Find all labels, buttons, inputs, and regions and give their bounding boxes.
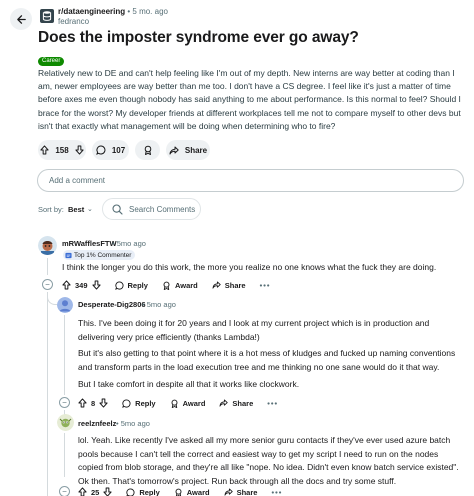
- post-comment-count: 107: [111, 145, 126, 155]
- share-icon: [169, 146, 179, 154]
- reply-button[interactable]: Reply: [126, 487, 160, 496]
- post-title: Does the imposter syndrome ever go away?: [38, 29, 359, 46]
- comment-text: I think the longer you do this work, the…: [62, 262, 437, 272]
- award-icon: [144, 145, 151, 155]
- vote-count: 25: [91, 487, 100, 496]
- post-comments-button[interactable]: 107: [92, 140, 129, 160]
- post-award-button[interactable]: [135, 140, 160, 160]
- upvote-icon[interactable]: [78, 487, 87, 496]
- search-comments-button[interactable]: Search Comments: [102, 198, 201, 220]
- comment-text: This. I've been doing it for 20 years an…: [78, 318, 430, 342]
- top-commenter-badge: Top 1% Commenter: [63, 250, 136, 260]
- thread-connector: [47, 292, 57, 305]
- more-options-icon[interactable]: •••: [260, 281, 271, 290]
- post-vote-control: 158: [38, 140, 86, 160]
- subreddit-meta: r/dataengineering • 5 mo. ago: [58, 7, 168, 16]
- post-author[interactable]: fedranco: [58, 17, 89, 26]
- vote-control: 25: [78, 487, 112, 496]
- more-options-icon[interactable]: •••: [271, 488, 282, 496]
- arrow-left-icon: [16, 14, 26, 24]
- avatar[interactable]: [38, 236, 57, 255]
- thread-line[interactable]: [64, 433, 65, 477]
- search-comments-label: Search Comments: [129, 204, 196, 214]
- avatar[interactable]: [57, 297, 73, 313]
- post-vote-count: 158: [55, 145, 69, 155]
- award-icon: [171, 399, 178, 408]
- downvote-icon[interactable]: [99, 398, 108, 408]
- post-body: Relatively new to DE and can't help feel…: [38, 68, 461, 131]
- comment-actions: 8 Reply Award Share •••: [78, 398, 278, 408]
- award-button[interactable]: Award: [162, 281, 198, 290]
- subreddit-icon[interactable]: [40, 9, 54, 23]
- more-options-icon[interactable]: •••: [267, 399, 278, 408]
- collapse-thread-button[interactable]: −: [42, 279, 53, 290]
- share-icon: [224, 488, 233, 496]
- upvote-icon[interactable]: [62, 280, 71, 290]
- chevron-down-icon[interactable]: ⌄: [87, 205, 93, 213]
- vote-control: 349: [62, 280, 101, 290]
- thread-line[interactable]: [64, 315, 65, 395]
- comment-actions: 349 Reply Award Share •••: [62, 280, 271, 290]
- post-share-button[interactable]: Share: [166, 140, 210, 160]
- collapse-thread-button[interactable]: −: [59, 486, 70, 496]
- comment-text: But it's also getting to that point wher…: [78, 348, 456, 372]
- award-icon: [163, 281, 170, 290]
- sort-dropdown[interactable]: Best: [68, 205, 84, 214]
- thread-line[interactable]: [47, 292, 48, 496]
- comment-text: lol. Yeah. Like recently I've asked all …: [78, 435, 459, 486]
- award-icon: [175, 488, 182, 496]
- post-flair[interactable]: Career: [38, 57, 65, 66]
- post-share-label: Share: [184, 145, 208, 155]
- reply-button[interactable]: Reply: [114, 280, 148, 290]
- award-button[interactable]: Award: [174, 488, 210, 496]
- comment-bubble-icon: [122, 398, 131, 408]
- comment-author[interactable]: Desperate-Dig2806: [78, 300, 146, 309]
- comment-text: But I take comfort in despite all that i…: [78, 379, 300, 389]
- comment-bubble-icon: [114, 280, 124, 290]
- back-button[interactable]: [10, 8, 32, 30]
- thread-line[interactable]: [47, 258, 48, 275]
- share-button[interactable]: Share: [224, 488, 257, 496]
- vote-count: 349: [75, 280, 88, 290]
- award-button[interactable]: Award: [170, 399, 205, 408]
- search-icon: [112, 203, 123, 215]
- comment-time: • 5mo ago: [142, 300, 176, 309]
- badge-label: Top 1% Commenter: [74, 251, 132, 259]
- upvote-icon[interactable]: [40, 145, 49, 155]
- share-button[interactable]: Share: [219, 399, 253, 408]
- comment-bubble-icon: [126, 487, 135, 496]
- subreddit-name[interactable]: r/dataengineering: [58, 7, 125, 16]
- reply-button[interactable]: Reply: [122, 398, 156, 408]
- share-icon: [219, 399, 229, 407]
- vote-count: 8: [91, 398, 96, 408]
- comment-author[interactable]: mRWafflesFTW: [62, 239, 117, 248]
- vote-control: 8: [78, 398, 108, 408]
- upvote-icon[interactable]: [78, 398, 87, 408]
- sort-label: Sort by:: [38, 205, 64, 214]
- comment-actions: 25 Reply Award Share •••: [78, 487, 282, 496]
- comment-bubble-icon: [95, 145, 106, 155]
- downvote-icon[interactable]: [91, 280, 101, 290]
- comment-time: • 5mo ago: [116, 419, 150, 428]
- comment-time: • 5mo ago: [112, 239, 146, 248]
- comment-author[interactable]: reelznfeelz: [78, 419, 116, 428]
- add-comment-input[interactable]: Add a comment: [37, 169, 464, 192]
- collapse-thread-button[interactable]: −: [59, 397, 70, 408]
- downvote-icon[interactable]: [75, 145, 84, 155]
- share-button[interactable]: Share: [212, 281, 246, 290]
- avatar[interactable]: [57, 414, 74, 431]
- badge-icon: [65, 252, 72, 258]
- post-age: 5 mo. ago: [132, 7, 168, 16]
- downvote-icon[interactable]: [103, 487, 112, 496]
- share-icon: [212, 281, 221, 289]
